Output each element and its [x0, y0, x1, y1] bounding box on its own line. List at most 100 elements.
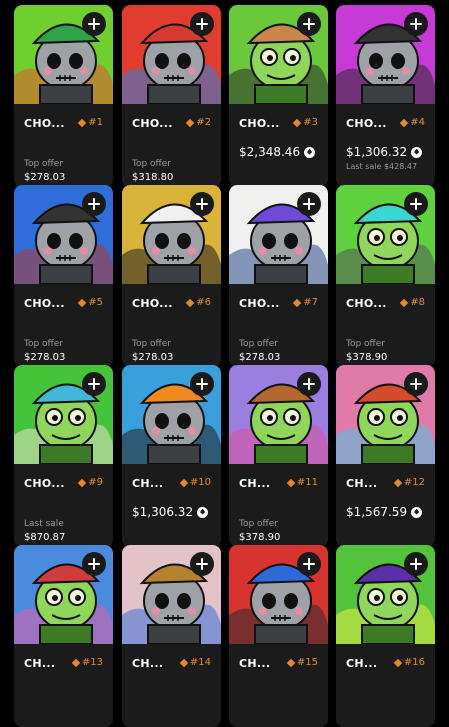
rarity-diamond-icon: [286, 478, 296, 487]
nft-card[interactable]: CHO... #2 Top offer $318.80: [122, 5, 221, 187]
nft-name: CH...: [239, 657, 271, 670]
add-to-cart-icon[interactable]: [404, 192, 428, 216]
rarity-rank: #13: [71, 657, 103, 668]
add-to-cart-icon[interactable]: [82, 192, 106, 216]
add-to-cart-icon[interactable]: [404, 552, 428, 576]
nft-name: CH...: [132, 657, 164, 670]
add-to-cart-icon[interactable]: [297, 372, 321, 396]
nft-card[interactable]: CHO... #9 Last sale $870.87: [14, 365, 113, 547]
nft-card[interactable]: CHO... #1 Top offer $278.03: [14, 5, 113, 187]
rarity-rank: #3: [293, 117, 318, 128]
price-text: $1,567.59: [346, 505, 408, 519]
price-label: Top offer: [346, 339, 385, 349]
rarity-diamond-icon: [179, 658, 189, 667]
add-to-cart-icon[interactable]: [190, 372, 214, 396]
rank-text: #7: [303, 297, 318, 308]
price-label: Top offer: [132, 159, 171, 169]
eth-icon: [411, 146, 423, 158]
price-value: $378.90: [239, 532, 281, 543]
add-to-cart-icon[interactable]: [404, 372, 428, 396]
rank-text: #1: [88, 117, 103, 128]
price-value: $278.03: [239, 352, 281, 363]
rarity-diamond-icon: [186, 118, 195, 127]
price-value: $278.03: [24, 172, 66, 183]
add-to-cart-icon[interactable]: [297, 192, 321, 216]
eth-icon: [304, 146, 316, 158]
nft-grid: CHO... #1 Top offer $278.03 CHO... #2 Top offe…: [0, 0, 449, 727]
rarity-diamond-icon: [393, 658, 403, 667]
add-to-cart-icon[interactable]: [297, 12, 321, 36]
add-to-cart-icon[interactable]: [190, 552, 214, 576]
rarity-diamond-icon: [400, 118, 409, 127]
listing-price: $1,306.32: [132, 505, 209, 519]
eth-icon: [411, 506, 423, 518]
price-text: $1,306.32: [346, 145, 408, 159]
price-label: Top offer: [239, 519, 278, 529]
nft-name: CHO...: [24, 117, 65, 130]
nft-card[interactable]: CH... #11 Top offer $378.90: [229, 365, 328, 547]
price-text: $1,306.32: [132, 505, 194, 519]
nft-name: CH...: [132, 477, 164, 490]
nft-card[interactable]: CH... #16: [336, 545, 435, 727]
rank-text: #4: [410, 117, 425, 128]
nft-card[interactable]: CH... #15: [229, 545, 328, 727]
nft-card[interactable]: CHO... #5 Top offer $278.03: [14, 185, 113, 367]
price-value: $378.90: [346, 352, 388, 363]
nft-card[interactable]: CH... #12 $1,567.59: [336, 365, 435, 547]
add-to-cart-icon[interactable]: [190, 12, 214, 36]
price-value: $870.87: [24, 532, 66, 543]
nft-card[interactable]: CH... #14: [122, 545, 221, 727]
rarity-rank: #15: [286, 657, 318, 668]
nft-card[interactable]: CH... #13: [14, 545, 113, 727]
rarity-rank: #14: [179, 657, 211, 668]
nft-card[interactable]: CHO... #7 Top offer $278.03: [229, 185, 328, 367]
rarity-diamond-icon: [186, 298, 195, 307]
listing-price: $2,348.46: [239, 145, 316, 159]
rarity-rank: #7: [293, 297, 318, 308]
nft-name: CH...: [24, 657, 56, 670]
rarity-rank: #10: [179, 477, 211, 488]
rarity-diamond-icon: [78, 118, 87, 127]
rarity-rank: #4: [400, 117, 425, 128]
rarity-diamond-icon: [78, 298, 87, 307]
nft-card[interactable]: CH... #10 $1,306.32: [122, 365, 221, 547]
rank-text: #3: [303, 117, 318, 128]
rarity-diamond-icon: [78, 478, 87, 487]
nft-card[interactable]: CHO... #4 $1,306.32 Last sale $428.47: [336, 5, 435, 187]
rarity-rank: #2: [186, 117, 211, 128]
nft-card[interactable]: CHO... #6 Top offer $278.03: [122, 185, 221, 367]
add-to-cart-icon[interactable]: [82, 552, 106, 576]
price-label: Top offer: [24, 339, 63, 349]
rarity-rank: #9: [78, 477, 103, 488]
add-to-cart-icon[interactable]: [404, 12, 428, 36]
rank-text: #14: [189, 657, 211, 668]
price-value: $278.03: [132, 352, 174, 363]
add-to-cart-icon[interactable]: [297, 552, 321, 576]
price-text: $2,348.46: [239, 145, 301, 159]
rarity-rank: #16: [393, 657, 425, 668]
rarity-diamond-icon: [293, 298, 302, 307]
nft-card[interactable]: CHO... #8 Top offer $378.90: [336, 185, 435, 367]
rank-text: #8: [410, 297, 425, 308]
add-to-cart-icon[interactable]: [190, 192, 214, 216]
nft-name: CH...: [346, 477, 378, 490]
rarity-rank: #6: [186, 297, 211, 308]
rarity-rank: #1: [78, 117, 103, 128]
rank-text: #10: [189, 477, 211, 488]
rank-text: #16: [403, 657, 425, 668]
nft-card[interactable]: CHO... #3 $2,348.46: [229, 5, 328, 187]
nft-name: CHO...: [346, 117, 387, 130]
rank-text: #2: [196, 117, 211, 128]
nft-name: CHO...: [24, 297, 65, 310]
price-value: $278.03: [24, 352, 66, 363]
nft-name: CHO...: [132, 297, 173, 310]
add-to-cart-icon[interactable]: [82, 12, 106, 36]
nft-name: CHO...: [239, 297, 280, 310]
add-to-cart-icon[interactable]: [82, 372, 106, 396]
price-label: Last sale: [24, 519, 64, 529]
rarity-diamond-icon: [400, 298, 409, 307]
rarity-rank: #5: [78, 297, 103, 308]
rarity-rank: #12: [393, 477, 425, 488]
price-value: $318.80: [132, 172, 174, 183]
rank-text: #9: [88, 477, 103, 488]
